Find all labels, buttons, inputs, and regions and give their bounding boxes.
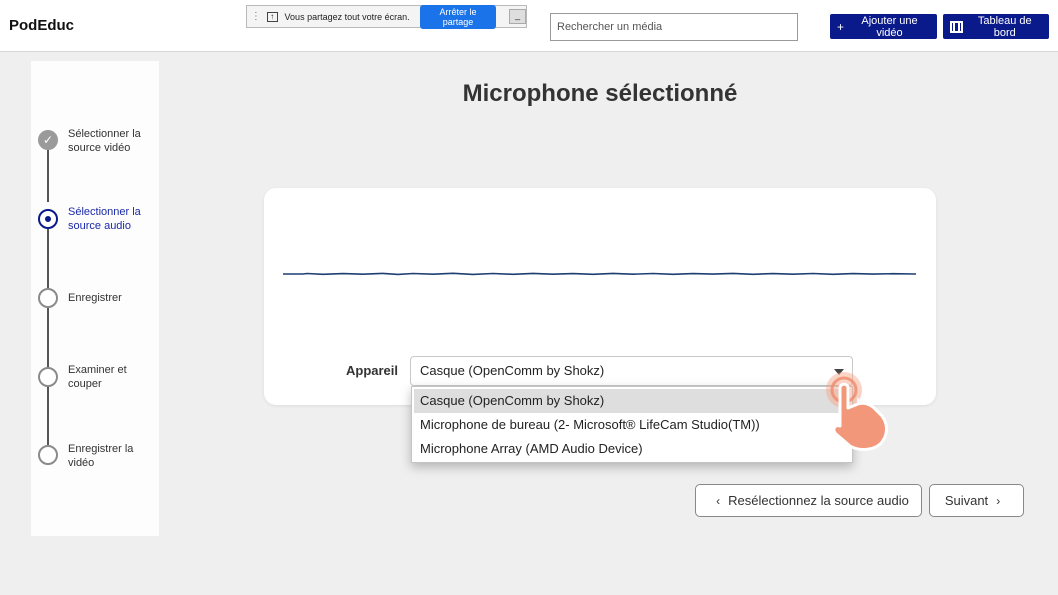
add-video-button[interactable]: + Ajouter une vidéo	[830, 14, 937, 39]
dashboard-button[interactable]: Tableau de bord	[943, 14, 1049, 39]
hide-share-bar-button[interactable]: _	[509, 9, 526, 24]
step-sidebar: ✓ Sélectionner la source vidéo Sélection…	[31, 61, 159, 536]
next-button[interactable]: Suivant ›	[929, 484, 1024, 517]
device-select-value: Casque (OpenComm by Shokz)	[420, 363, 605, 378]
step-connector	[47, 150, 49, 202]
add-video-label: Ajouter une vidéo	[861, 14, 918, 39]
device-label: Appareil	[346, 363, 399, 378]
share-screen-icon: ↑	[266, 11, 278, 22]
chevron-right-icon: ›	[996, 493, 1001, 508]
film-icon	[950, 20, 963, 33]
plus-icon: +	[837, 19, 845, 34]
chevron-left-icon: ‹	[716, 493, 721, 508]
touch-pointer-icon	[826, 372, 888, 451]
device-dropdown-list: Casque (OpenComm by Shokz) Microphone de…	[411, 386, 853, 463]
step-1-label[interactable]: Sélectionner la source vidéo	[68, 128, 156, 155]
screen-share-bar: ⋮ ↑ Vous partagez tout votre écran. Arrê…	[246, 4, 527, 29]
share-status-text: Vous partagez tout votre écran.	[284, 11, 410, 22]
step-1-check-icon: ✓	[38, 130, 58, 150]
page-title: Microphone sélectionné	[462, 80, 738, 107]
device-select[interactable]: Casque (OpenComm by Shokz)	[410, 356, 853, 386]
step-connector	[47, 229, 49, 288]
device-option[interactable]: Casque (OpenComm by Shokz)	[414, 389, 850, 413]
audio-waveform	[283, 272, 916, 276]
step-connector	[47, 387, 49, 445]
top-header: PodEduc ⋮ ↑ Vous partagez tout votre écr…	[0, 0, 1058, 52]
next-label: Suivant	[944, 493, 989, 508]
more-options-icon[interactable]: ⋮	[1052, 16, 1058, 33]
step-4-circle-icon	[38, 367, 58, 387]
step-2-active-icon	[38, 209, 58, 229]
step-connector	[47, 308, 49, 367]
device-option[interactable]: Microphone de bureau (2- Microsoft® Life…	[414, 413, 850, 437]
search-input[interactable]	[550, 13, 798, 41]
drag-handle-icon[interactable]: ⋮	[249, 11, 263, 22]
dashboard-label: Tableau de bord	[977, 14, 1032, 39]
step-5-label: Enregistrer la vidéo	[68, 443, 134, 469]
back-label: Resélectionnez la source audio	[728, 493, 909, 508]
reselect-audio-source-button[interactable]: ‹ Resélectionnez la source audio	[695, 484, 922, 517]
step-3-circle-icon	[38, 288, 58, 308]
step-4-label: Examiner et couper	[68, 364, 127, 390]
app-logo[interactable]: PodEduc	[9, 17, 74, 34]
step-3-label: Enregistrer	[68, 292, 122, 304]
stop-sharing-button[interactable]: Arrêter le partage	[419, 4, 497, 29]
step-5-circle-icon	[38, 445, 58, 465]
device-option[interactable]: Microphone Array (AMD Audio Device)	[414, 437, 850, 461]
step-2-label[interactable]: Sélectionner la source audio	[68, 206, 156, 233]
